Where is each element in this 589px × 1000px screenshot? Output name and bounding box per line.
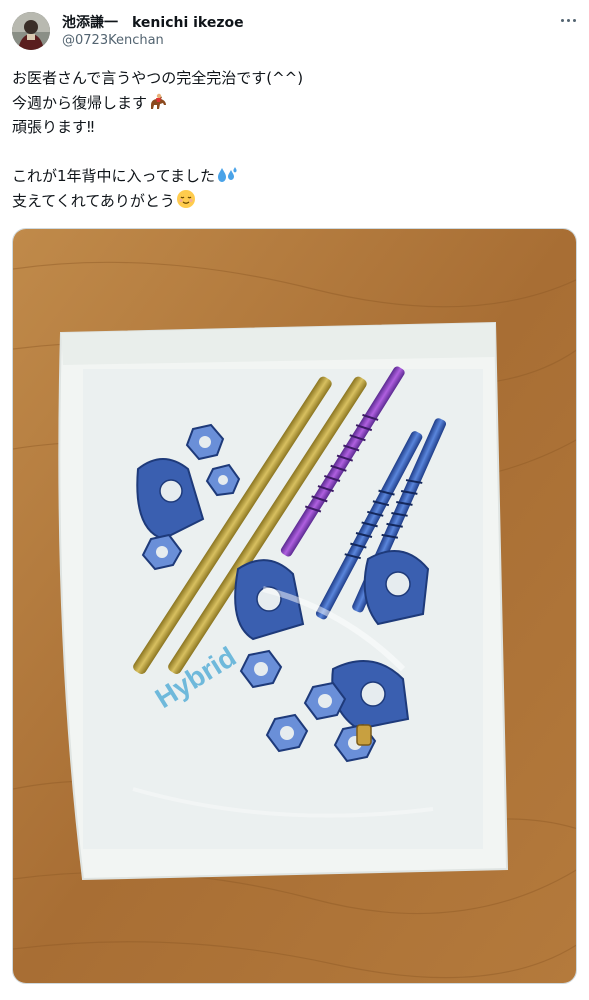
tweet-line: これが1年背中に入ってました <box>12 164 572 189</box>
tweet-line: 支えてくれてありがとう <box>12 189 572 214</box>
tweet-line: 頑張ります‼︎ <box>12 118 95 136</box>
photo-surgical-implants: Hybrid <box>13 229 576 983</box>
tweet-line: お医者さんで言うやつの完全完治です(^^) <box>12 69 304 87</box>
relieved-face-icon <box>176 189 196 217</box>
tweet-header: 池添謙一 kenichi ikezoe @0723Kenchan <box>0 0 589 62</box>
user-handle[interactable]: @0723Kenchan <box>62 33 164 48</box>
tweet-line: 今週から復帰します <box>12 91 572 116</box>
sweat-droplets-icon <box>216 166 238 192</box>
avatar[interactable] <box>12 12 50 50</box>
more-options-icon[interactable] <box>556 12 580 28</box>
tweet-text: お医者さんで言うやつの完全完治です(^^) 今週から復帰します 頑張ります‼︎ … <box>12 66 572 213</box>
display-name[interactable]: 池添謙一 kenichi ikezoe <box>62 12 244 32</box>
horse-racing-icon <box>148 93 168 119</box>
tweet-photo[interactable]: Hybrid <box>12 228 577 984</box>
